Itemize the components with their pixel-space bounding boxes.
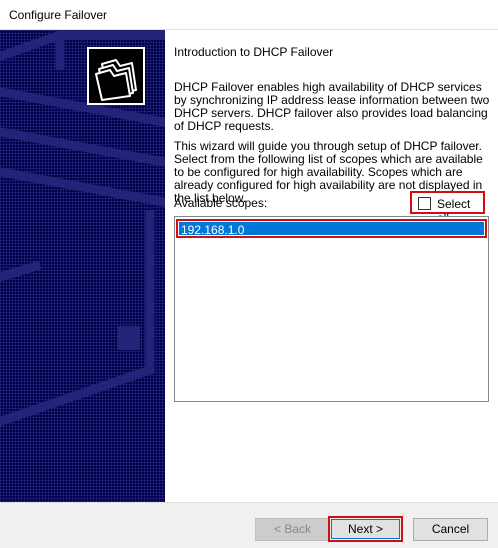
wizard-logo bbox=[87, 47, 145, 105]
wizard-content: Introduction to DHCP Failover DHCP Failo… bbox=[165, 30, 498, 502]
select-all-checkbox[interactable]: Select all. bbox=[410, 191, 485, 225]
cancel-button[interactable]: Cancel bbox=[413, 518, 488, 541]
intro-paragraph: DHCP Failover enables high availability … bbox=[174, 80, 490, 133]
scope-list-item[interactable]: 192.168.1.0 bbox=[176, 219, 487, 238]
wizard-footer: < Back Next > Cancel bbox=[0, 502, 498, 548]
title-bar: Configure Failover bbox=[0, 0, 498, 30]
scope-name[interactable]: 192.168.1.0 bbox=[181, 223, 244, 237]
page-heading: Introduction to DHCP Failover bbox=[174, 45, 334, 59]
next-button-label[interactable]: Next > bbox=[331, 519, 400, 539]
checkbox-box[interactable] bbox=[418, 197, 431, 210]
available-scopes-label: Available scopes: bbox=[174, 196, 268, 210]
window-title: Configure Failover bbox=[9, 8, 108, 22]
folders-icon bbox=[95, 59, 137, 101]
scopes-listbox[interactable]: 192.168.1.0 bbox=[174, 216, 489, 402]
next-button[interactable]: Next > bbox=[328, 516, 403, 542]
back-button[interactable]: < Back bbox=[255, 518, 330, 541]
wizard-sidebar-banner bbox=[0, 30, 165, 502]
